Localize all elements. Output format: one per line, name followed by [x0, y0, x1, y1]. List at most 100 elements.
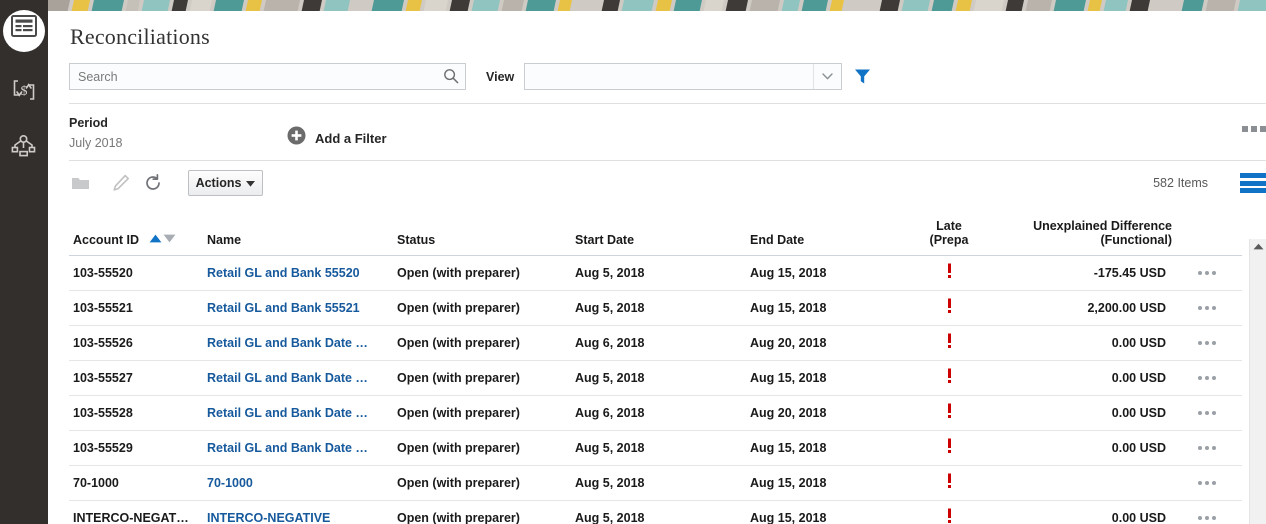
table-row[interactable]: 103-55527Retail GL and Bank Date …Open (… — [69, 360, 1242, 395]
cell-status: Open (with preparer) — [397, 395, 575, 430]
view-select[interactable] — [524, 63, 842, 90]
cell-status: Open (with preparer) — [397, 430, 575, 465]
actions-label: Actions — [196, 176, 242, 190]
folder-open-icon[interactable] — [69, 172, 91, 194]
list-view-icon[interactable] — [1240, 173, 1266, 193]
cell-status: Open (with preparer) — [397, 325, 575, 360]
cell-row-actions[interactable] — [1172, 465, 1242, 500]
table-row[interactable]: 103-55526Retail GL and Bank Date …Open (… — [69, 325, 1242, 360]
cell-row-actions[interactable] — [1172, 255, 1242, 290]
table-row[interactable]: 103-55521Retail GL and Bank 55521Open (w… — [69, 290, 1242, 325]
cell-name: Retail GL and Bank 55520 — [207, 255, 397, 290]
reconciliations-page: $ — [0, 0, 1266, 524]
cell-end-date: Aug 15, 2018 — [750, 500, 920, 524]
vertical-scrollbar[interactable] — [1249, 239, 1266, 524]
column-header-start-date[interactable]: Start Date — [575, 207, 750, 255]
reconciliation-link[interactable]: Retail GL and Bank Date … — [207, 441, 368, 455]
cell-unexplained-difference: 0.00 USD — [978, 430, 1172, 465]
late-warning-icon — [946, 478, 953, 492]
table-row[interactable]: 103-55520Retail GL and Bank 55520Open (w… — [69, 255, 1242, 290]
reconciliation-link[interactable]: Retail GL and Bank 55520 — [207, 266, 360, 280]
scroll-up-arrow-icon[interactable] — [1250, 243, 1266, 250]
cell-row-actions[interactable] — [1172, 430, 1242, 465]
overflow-menu-icon[interactable] — [1242, 126, 1266, 132]
column-header-end-date[interactable]: End Date — [750, 207, 920, 255]
reconciliation-link[interactable]: 70-1000 — [207, 476, 253, 490]
filter-period-value[interactable]: July 2018 — [69, 136, 123, 150]
row-overflow-icon[interactable] — [1172, 271, 1242, 275]
column-header-unexplained-difference[interactable]: Unexplained Difference (Functional) — [978, 207, 1172, 255]
sort-arrows-account-id[interactable] — [149, 232, 176, 246]
cell-name: INTERCO-NEGATIVE — [207, 500, 397, 524]
cell-start-date: Aug 5, 2018 — [575, 290, 750, 325]
column-header-row-actions — [1172, 207, 1242, 255]
sort-desc-arrow-icon[interactable] — [163, 232, 176, 246]
pencil-edit-icon[interactable] — [110, 172, 132, 194]
cell-end-date: Aug 20, 2018 — [750, 325, 920, 360]
view-label: View — [486, 70, 514, 84]
cell-account-id: 103-55528 — [69, 395, 207, 430]
sidebar-item-rules[interactable] — [0, 124, 48, 172]
main-content: Reconciliations View — [48, 11, 1266, 524]
table-header-row: Account ID Name — [69, 207, 1242, 255]
decorative-banner — [48, 0, 1266, 11]
reconciliation-link[interactable]: INTERCO-NEGATIVE — [207, 511, 330, 524]
cell-late — [920, 290, 978, 325]
reconciliation-link[interactable]: Retail GL and Bank Date … — [207, 371, 368, 385]
cell-late — [920, 395, 978, 430]
cell-row-actions[interactable] — [1172, 325, 1242, 360]
table-row[interactable]: 103-55529Retail GL and Bank Date …Open (… — [69, 430, 1242, 465]
row-overflow-icon[interactable] — [1172, 376, 1242, 380]
table-row[interactable]: INTERCO-NEGAT…INTERCO-NEGATIVEOpen (with… — [69, 500, 1242, 524]
reconciliation-link[interactable]: Retail GL and Bank 55521 — [207, 301, 360, 315]
cell-row-actions[interactable] — [1172, 290, 1242, 325]
column-header-name[interactable]: Name — [207, 207, 397, 255]
table-row[interactable]: 103-55528Retail GL and Bank Date … Open (… — [69, 395, 1242, 430]
cell-row-actions[interactable] — [1172, 360, 1242, 395]
cell-account-id: 103-55521 — [69, 290, 207, 325]
cell-row-actions[interactable] — [1172, 395, 1242, 430]
column-header-status[interactable]: Status — [397, 207, 575, 255]
cell-end-date: Aug 15, 2018 — [750, 360, 920, 395]
cell-late — [920, 465, 978, 500]
cell-end-date: Aug 15, 2018 — [750, 290, 920, 325]
table-header: Account ID Name — [69, 207, 1242, 255]
table-toolbar: Actions 582 Items — [69, 161, 1266, 206]
add-filter-button[interactable]: Add a Filter — [287, 126, 387, 150]
row-overflow-icon[interactable] — [1172, 446, 1242, 450]
row-overflow-icon[interactable] — [1172, 341, 1242, 345]
cell-status: Open (with preparer) — [397, 255, 575, 290]
sidebar-item-transactions[interactable]: $ — [0, 68, 48, 116]
reconciliation-link[interactable]: Retail GL and Bank Date … — [207, 406, 368, 420]
filter-funnel-icon[interactable] — [854, 68, 871, 90]
sort-asc-arrow-icon[interactable] — [149, 232, 162, 246]
table-row[interactable]: 70-100070-1000Open (with preparer)Aug 5,… — [69, 465, 1242, 500]
late-warning-icon — [946, 268, 953, 282]
cell-account-id: INTERCO-NEGAT… — [69, 500, 207, 524]
reconciliation-link[interactable]: Retail GL and Bank Date … — [207, 336, 368, 350]
search-input[interactable] — [70, 64, 442, 89]
cell-late — [920, 255, 978, 290]
refresh-icon[interactable] — [142, 172, 164, 194]
sidebar-item-reconciliations[interactable] — [0, 4, 48, 52]
cell-name: 70-1000 — [207, 465, 397, 500]
late-warning-icon — [946, 408, 953, 422]
late-warning-icon — [946, 303, 953, 317]
chevron-down-icon[interactable] — [813, 64, 841, 89]
cell-unexplained-difference: 0.00 USD — [978, 360, 1172, 395]
column-label-account-id: Account ID — [73, 234, 139, 247]
column-header-late[interactable]: Late (Prepa — [920, 207, 978, 255]
search-icon[interactable] — [443, 68, 459, 89]
row-overflow-icon[interactable] — [1172, 516, 1242, 520]
column-header-account-id[interactable]: Account ID — [69, 207, 207, 255]
column-label-start-date: Start Date — [575, 234, 634, 247]
actions-button[interactable]: Actions — [188, 170, 263, 196]
cell-start-date: Aug 5, 2018 — [575, 360, 750, 395]
svg-text:$: $ — [21, 84, 28, 99]
row-overflow-icon[interactable] — [1172, 306, 1242, 310]
row-overflow-icon[interactable] — [1172, 411, 1242, 415]
row-overflow-icon[interactable] — [1172, 481, 1242, 485]
cell-row-actions[interactable] — [1172, 500, 1242, 524]
cell-start-date: Aug 5, 2018 — [575, 430, 750, 465]
column-label-end-date: End Date — [750, 234, 804, 247]
